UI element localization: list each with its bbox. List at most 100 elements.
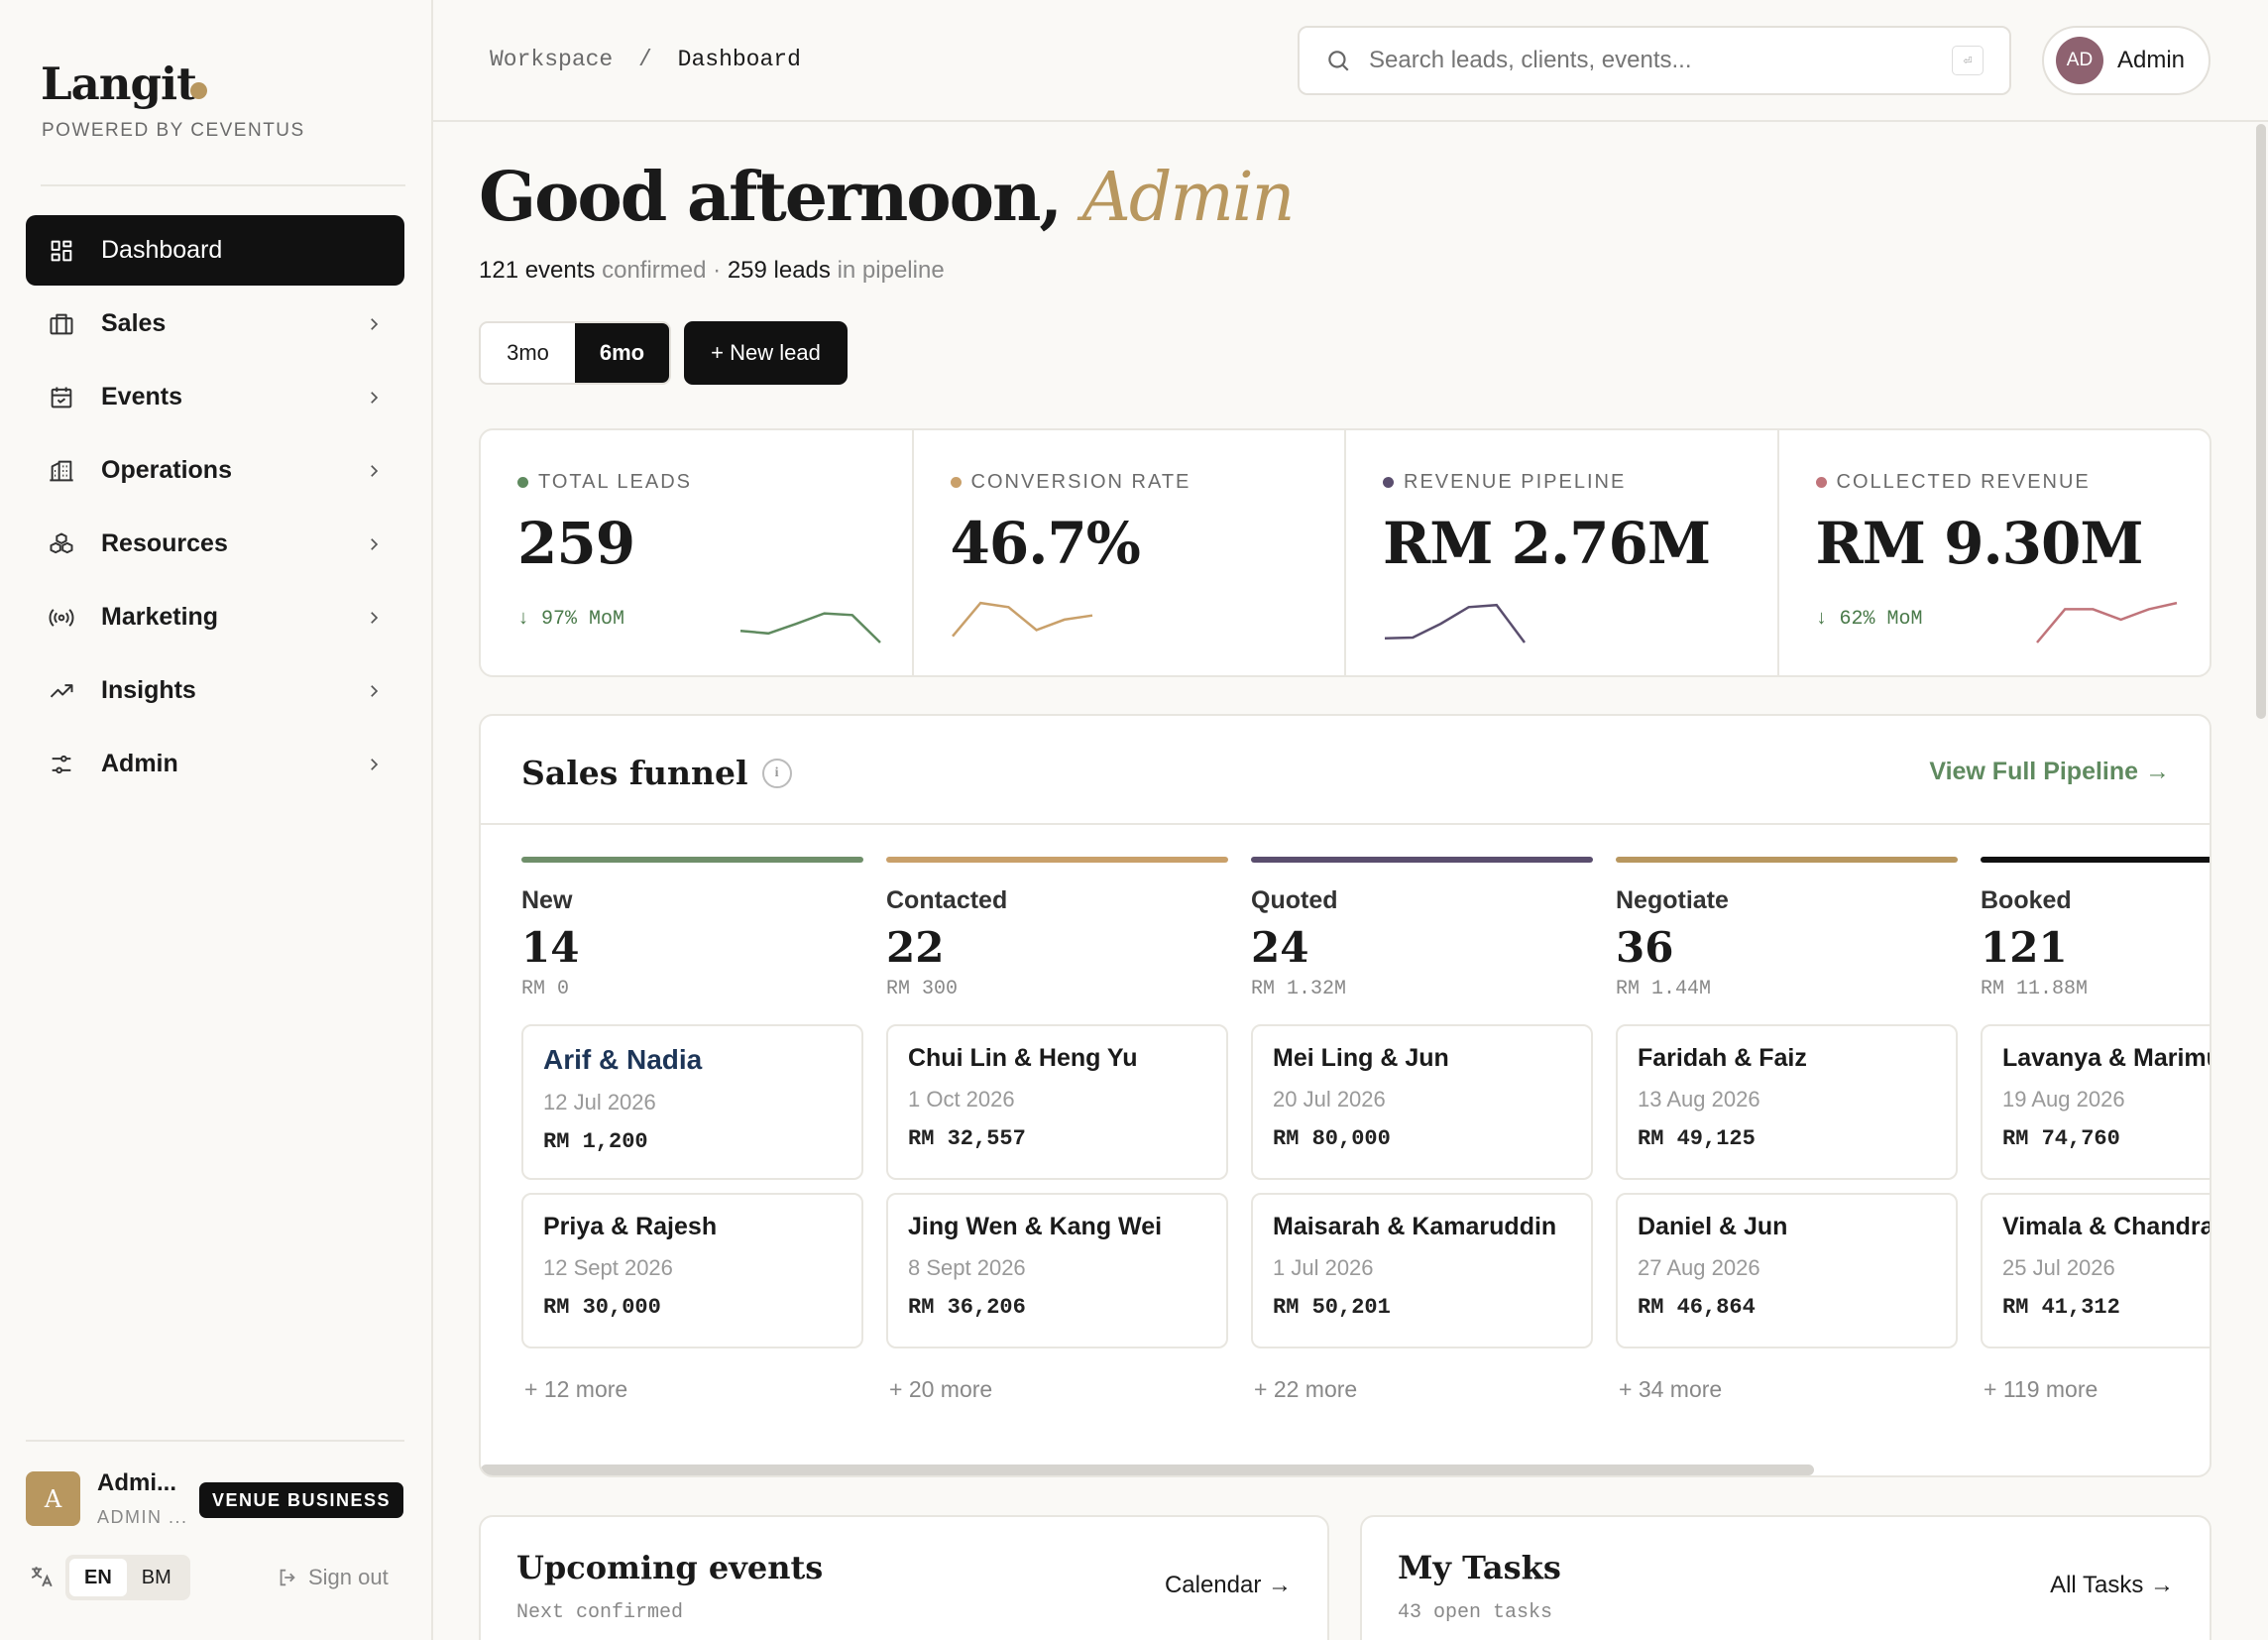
kpi-card[interactable]: REVENUE PIPELINE RM 2.76M [1346,430,1779,675]
trend-up-icon [48,677,75,705]
lead-date: 1 Jul 2026 [1273,1255,1374,1280]
chevron-right-icon [371,391,379,404]
lead-name: Lavanya & Marimuthu [2002,1044,2210,1072]
sidebar-item-label: Marketing [101,603,219,631]
brand-logo[interactable]: Langit [41,58,207,110]
chevron-right-icon [371,537,379,550]
sidebar-item-label: Insights [101,676,196,704]
broadcast-icon [48,604,75,632]
kpi-card[interactable]: COLLECTED REVENUE RM 9.30M ↓ 62% MoM [1779,430,2211,675]
lead-amount: RM 1,200 [543,1129,648,1154]
more-leads-link[interactable]: + 119 more [1981,1376,2210,1403]
kpi-card[interactable]: TOTAL LEADS 259 ↓ 97% MoM [481,430,914,675]
range-3mo-option[interactable]: 3mo [481,323,575,383]
sidebar-item-sales[interactable]: Sales [26,289,404,359]
lead-name: Vimala & Chandran [2002,1213,2211,1240]
user-avatar[interactable]: A [26,1471,80,1526]
sidebar-item-dashboard[interactable]: Dashboard [26,215,404,286]
stage-amount: RM 300 [886,978,959,1000]
sales-funnel-panel: Sales funnel i View Full Pipeline → New 1… [479,714,2211,1477]
vertical-scrollbar[interactable] [2256,124,2266,719]
lead-card[interactable]: Arif & Nadia 12 Jul 2026 RM 1,200 [521,1024,863,1180]
sidebar-item-operations[interactable]: Operations [26,435,404,506]
chevron-right-icon [371,611,379,624]
sidebar-item-events[interactable]: Events [26,362,404,432]
calendar-link[interactable]: Calendar → [1165,1572,1292,1599]
language-toggle: EN BM [65,1555,190,1600]
search-box[interactable]: ⏎ [1298,26,2011,95]
stage-amount: RM 1.44M [1616,978,1712,1000]
kpi-label: TOTAL LEADS [517,471,692,494]
all-tasks-link[interactable]: All Tasks → [2050,1572,2174,1599]
lead-card[interactable]: Faridah & Faiz 13 Aug 2026 RM 49,125 [1616,1024,1958,1180]
range-6mo-option[interactable]: 6mo [575,323,669,383]
sidebar-item-insights[interactable]: Insights [26,655,404,726]
info-icon[interactable]: i [761,758,792,788]
view-full-pipeline-link[interactable]: View Full Pipeline → [1929,758,2170,786]
kpi-strip: TOTAL LEADS 259 ↓ 97% MoM CONVERSION RATE… [479,428,2211,677]
stage-amount: RM 0 [521,978,570,1000]
lead-card[interactable]: Vimala & Chandran 25 Jul 2026 RM 41,312 [1981,1193,2211,1348]
more-leads-link[interactable]: + 34 more [1616,1376,1958,1403]
sparkline-path [2035,601,2177,644]
upcoming-events-title: Upcoming events [516,1549,824,1586]
sign-out-button[interactable]: Sign out [277,1565,389,1590]
sidebar-nav: Dashboard Sales Events Operations Resour… [26,215,404,802]
lang-en-option[interactable]: EN [69,1559,127,1596]
page-title: Good afternoon, Admin [479,158,1295,237]
kpi-delta: ↓ 97% MoM [517,608,625,631]
funnel-column-booked: Booked 121 RM 11.88M Lavanya & Marimuthu… [1981,857,2211,1403]
building-icon [48,457,75,485]
lead-amount: RM 32,557 [908,1126,1026,1151]
account-label: Admin [2117,47,2186,73]
sidebar-item-admin[interactable]: Admin [26,729,404,799]
lead-card[interactable]: Maisarah & Kamaruddin 1 Jul 2026 RM 50,2… [1251,1193,1593,1348]
breadcrumb-workspace[interactable]: Workspace [490,47,613,72]
sidebar: Langit POWERED BY CEVENTUS Dashboard Sal… [0,0,433,1640]
kpi-value: RM 9.30M [1815,510,2144,577]
lead-date: 19 Aug 2026 [2002,1087,2125,1112]
sidebar-item-resources[interactable]: Resources [26,509,404,579]
sparkline-path [1384,603,1527,644]
stage-count: 121 [1981,923,2068,972]
sidebar-item-label: Dashboard [101,236,223,264]
more-leads-link[interactable]: + 12 more [521,1376,863,1403]
sidebar-item-marketing[interactable]: Marketing [26,582,404,652]
lang-bm-option[interactable]: BM [127,1559,186,1596]
lead-name: Priya & Rajesh [543,1213,718,1240]
sidebar-item-label: Admin [101,750,178,777]
my-tasks-panel: My Tasks 43 open tasks All Tasks → [1360,1515,2211,1640]
kpi-card[interactable]: CONVERSION RATE 46.7% [914,430,1346,675]
stage-count: 36 [1616,923,1674,972]
new-lead-button[interactable]: + New lead [684,321,848,385]
lead-card[interactable]: Lavanya & Marimuthu 19 Aug 2026 RM 74,76… [1981,1024,2210,1180]
lead-date: 20 Jul 2026 [1273,1087,1386,1112]
lead-name: Maisarah & Kamaruddin [1273,1213,1557,1240]
lead-card[interactable]: Daniel & Jun 27 Aug 2026 RM 46,864 [1616,1193,1958,1348]
stage-count: 22 [886,923,945,972]
lead-card[interactable]: Chui Lin & Heng Yu 1 Oct 2026 RM 32,557 [886,1024,1228,1180]
sparkline-path [951,601,1092,638]
funnel-title: Sales funnel i [521,754,792,792]
account-menu-button[interactable]: AD Admin [2042,26,2211,95]
horizontal-scrollbar[interactable] [481,1464,1814,1475]
lead-name: Mei Ling & Jun [1273,1044,1449,1072]
calendar-icon [48,384,75,411]
kpi-label: REVENUE PIPELINE [1383,471,1626,494]
lead-name: Daniel & Jun [1638,1213,1788,1240]
funnel-column-negotiate: Negotiate 36 RM 1.44M Faridah & Faiz 13 … [1616,857,1958,1403]
more-leads-link[interactable]: + 20 more [886,1376,1228,1403]
stage-color-bar [1616,857,1958,863]
more-leads-link[interactable]: + 22 more [1251,1376,1593,1403]
stage-color-bar [521,857,863,863]
stage-count: 14 [521,923,580,972]
kpi-label: CONVERSION RATE [950,471,1191,494]
lead-card[interactable]: Mei Ling & Jun 20 Jul 2026 RM 80,000 [1251,1024,1593,1180]
stage-color-bar [1981,857,2210,863]
top-header: Workspace / Dashboard ⏎ AD Admin [433,0,2268,122]
sidebar-item-label: Events [101,383,182,410]
lead-card[interactable]: Jing Wen & Kang Wei 8 Sept 2026 RM 36,20… [886,1193,1228,1348]
lead-card[interactable]: Priya & Rajesh 12 Sept 2026 RM 30,000 [521,1193,863,1348]
search-input[interactable] [1369,47,1952,74]
kpi-value: 46.7% [950,510,1141,577]
